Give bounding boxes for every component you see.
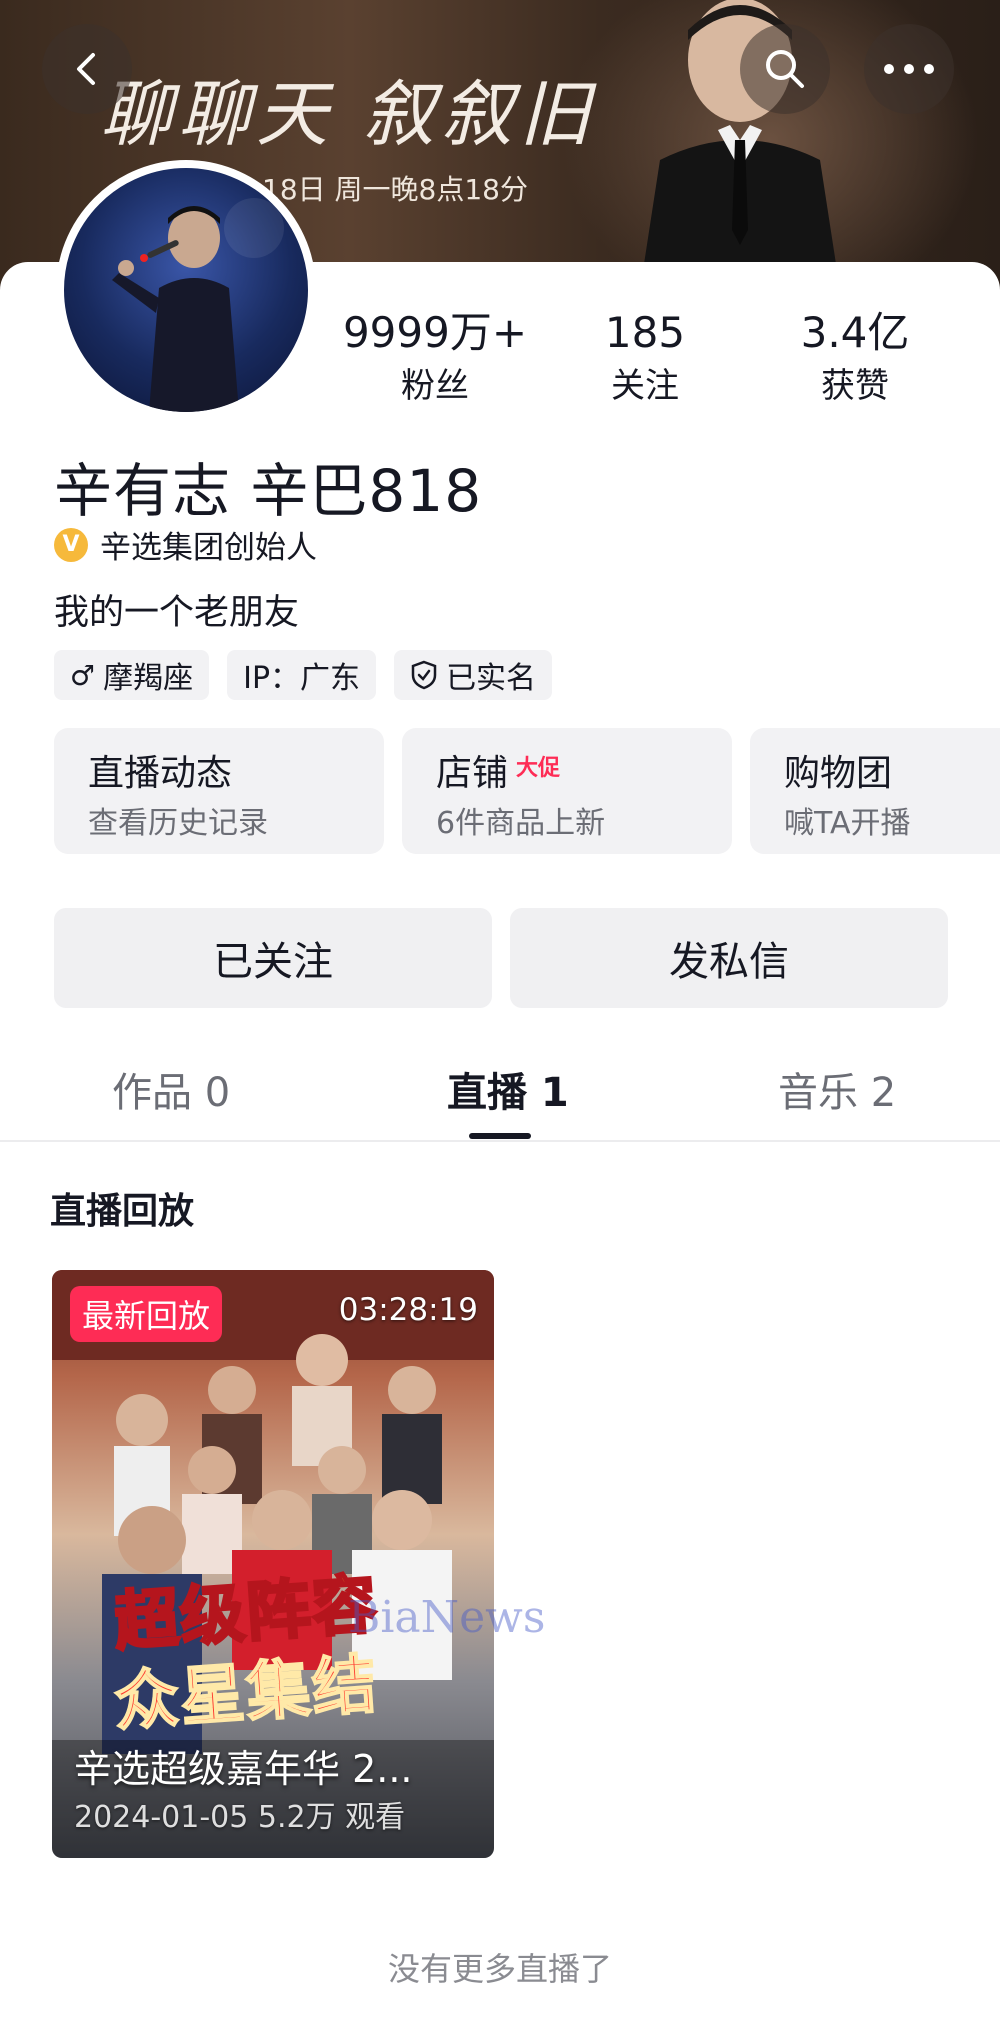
following-label: 关注 bbox=[611, 366, 679, 406]
male-icon: ♂ bbox=[70, 658, 96, 692]
profile-tags: ♂ 摩羯座 IP：广东 已实名 bbox=[54, 650, 553, 700]
likes-label: 获赞 bbox=[821, 366, 889, 406]
shield-icon bbox=[411, 660, 437, 690]
feature-shop-title-row: 店铺 大促 bbox=[436, 744, 560, 796]
followers-count: 9999万+ bbox=[342, 308, 528, 357]
feature-shopping-group-subtitle: 喊TA开播 bbox=[784, 806, 911, 841]
feature-shopping-group-title: 购物团 bbox=[784, 753, 893, 794]
tag-zodiac-label: 摩羯座 bbox=[103, 661, 194, 696]
latest-replay-badge: 最新回放 bbox=[70, 1286, 223, 1342]
verification-row: V 辛选集团创始人 bbox=[54, 522, 317, 567]
no-more-lives-text: 没有更多直播了 bbox=[387, 1950, 612, 1988]
live-replay-card[interactable]: 超级阵容 众星集结 最新回放 03:28:19 辛选超级嘉年华 2... 202… bbox=[52, 1270, 494, 1858]
tab-works[interactable]: 作品 0 bbox=[112, 1060, 230, 1118]
followed-button[interactable]: 已关注 bbox=[54, 908, 492, 1008]
tab-live[interactable]: 直播 1 bbox=[447, 1060, 569, 1118]
followers-label: 粉丝 bbox=[401, 366, 469, 406]
avatar-singer-image bbox=[112, 198, 284, 412]
verified-title: 辛选集团创始人 bbox=[100, 530, 317, 566]
tag-zodiac: ♂ 摩羯座 bbox=[54, 650, 210, 700]
back-button[interactable] bbox=[42, 24, 132, 114]
banner-title: 聊聊天 叙叙旧 bbox=[100, 72, 597, 156]
banner-performer-image bbox=[640, 0, 840, 290]
avatar[interactable] bbox=[56, 160, 316, 420]
replay-title: 辛选超级嘉年华 2... bbox=[74, 1747, 413, 1791]
more-button[interactable] bbox=[864, 24, 954, 114]
replay-meta: 2024-01-05 5.2万 观看 bbox=[74, 1800, 406, 1835]
tag-verified-identity-label: 已实名 bbox=[446, 661, 537, 696]
replay-duration: 03:28:19 bbox=[338, 1292, 478, 1328]
poster-headline-2: 众星集结 bbox=[111, 1647, 382, 1741]
following-count: 185 bbox=[604, 308, 686, 357]
banner-subtitle: 18日 周一晚8点18分 bbox=[262, 173, 528, 206]
feature-shop-title: 店铺 bbox=[436, 753, 509, 794]
send-message-button[interactable]: 发私信 bbox=[510, 908, 948, 1008]
promo-badge: 大促 bbox=[516, 756, 561, 781]
feature-shop[interactable]: 店铺 大促 6件商品上新 bbox=[402, 728, 732, 854]
profile-name: 辛有志 辛巴818 bbox=[54, 457, 483, 525]
search-button[interactable] bbox=[740, 24, 830, 114]
tag-ip: IP：广东 bbox=[227, 650, 377, 700]
tag-verified-identity: 已实名 bbox=[394, 650, 553, 700]
feature-shopping-group[interactable]: 购物团 喊TA开播 bbox=[750, 728, 1000, 854]
profile-bio: 我的一个老朋友 bbox=[54, 593, 300, 633]
likes-count: 3.4亿 bbox=[800, 308, 910, 357]
content-tabs: 作品 0 直播 1 音乐 2 bbox=[0, 1040, 1000, 1140]
feature-live-history-subtitle: 查看历史记录 bbox=[88, 806, 268, 841]
tabs-divider bbox=[0, 1140, 1000, 1142]
tag-ip-label: IP：广东 bbox=[243, 661, 361, 696]
more-dots-icon bbox=[884, 64, 934, 74]
section-title: 直播回放 bbox=[50, 1191, 195, 1232]
feature-live-history-title: 直播动态 bbox=[88, 753, 233, 794]
stat-following[interactable]: 185 关注 bbox=[565, 306, 725, 416]
stat-likes[interactable]: 3.4亿 获赞 bbox=[770, 306, 940, 416]
back-arrow-icon bbox=[77, 53, 95, 85]
feature-live-history[interactable]: 直播动态 查看历史记录 bbox=[54, 728, 384, 854]
verified-badge-icon: V bbox=[54, 527, 88, 562]
active-tab-indicator bbox=[469, 1133, 531, 1139]
stat-followers[interactable]: 9999万+ 粉丝 bbox=[340, 306, 530, 416]
tab-music[interactable]: 音乐 2 bbox=[778, 1060, 896, 1118]
feature-shop-subtitle: 6件商品上新 bbox=[436, 806, 606, 841]
search-icon bbox=[766, 50, 804, 88]
watermark: BiaNews bbox=[348, 1592, 546, 1643]
